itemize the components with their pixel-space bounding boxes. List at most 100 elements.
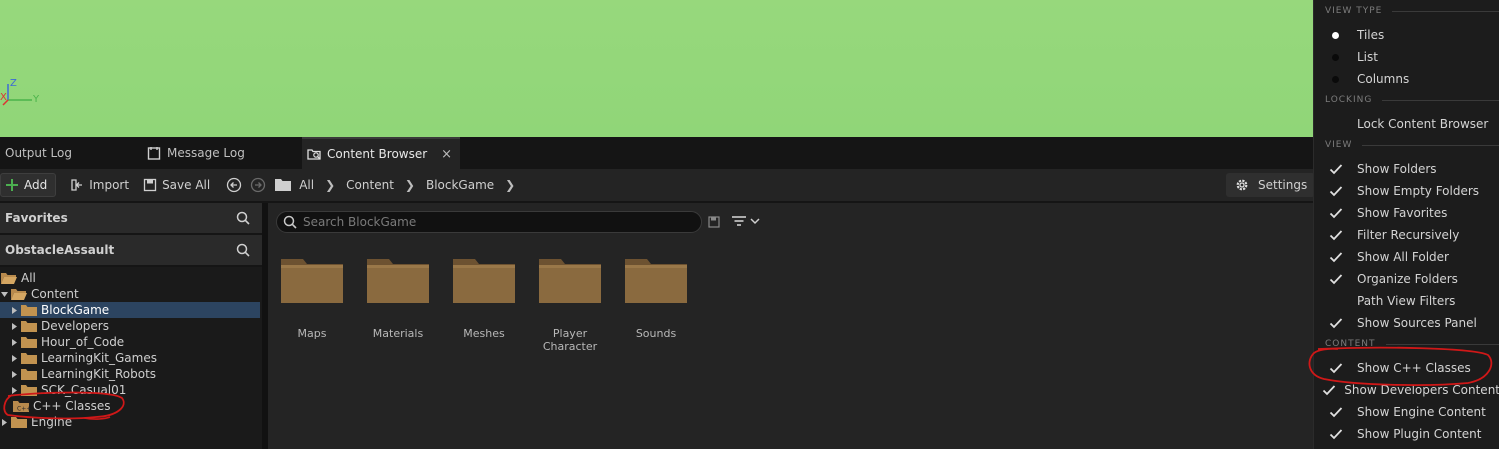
expand-arrow-right-icon[interactable]	[10, 386, 19, 395]
breadcrumb-content[interactable]: Content	[346, 178, 394, 192]
save-all-button[interactable]: Save All	[137, 173, 216, 197]
search-input[interactable]	[303, 215, 683, 229]
view-option-show-folders[interactable]: Show Folders	[1314, 158, 1499, 180]
cpp-folder-icon: C++	[13, 400, 30, 412]
expand-arrow-down-icon[interactable]	[0, 290, 9, 299]
axis-x-label: X	[0, 92, 7, 103]
settings-menu: VIEW TYPE LOCKING VIEW CONTENT Tiles List…	[1313, 0, 1499, 449]
tree-item-label: Engine	[31, 415, 73, 429]
message-log-icon	[147, 147, 161, 160]
radio-dot	[1332, 31, 1339, 39]
view-option-filter-recursively[interactable]: Filter Recursively	[1314, 224, 1499, 246]
content-option-show-engine-content[interactable]: Show Engine Content	[1314, 401, 1499, 423]
tree-item-developers[interactable]: Developers	[0, 318, 260, 334]
close-tab-icon[interactable]: ×	[441, 147, 452, 162]
level-viewport[interactable]: Z X Y	[0, 0, 1313, 137]
favorites-header[interactable]: Favorites	[0, 203, 262, 235]
menu-item-label: Show Developers Content	[1344, 383, 1499, 397]
breadcrumb-chevron-icon[interactable]: ❯	[325, 178, 335, 192]
folder-tile-label: Sounds	[635, 327, 677, 340]
menu-item-label: Show Plugin Content	[1357, 427, 1482, 441]
folder-open-icon	[11, 288, 27, 300]
add-button[interactable]: Add	[0, 173, 57, 197]
search-icon[interactable]	[236, 211, 250, 225]
menu-item-label: Show C++ Classes	[1357, 361, 1471, 375]
content-option-show-cpp-classes[interactable]: Show C++ Classes	[1314, 357, 1499, 379]
asset-search-box[interactable]	[276, 211, 702, 233]
tab-output-log[interactable]: Output Log	[0, 137, 140, 169]
tree-item-sck-casual01[interactable]: SCK_Casual01	[0, 382, 260, 398]
content-option-show-developers-content[interactable]: Show Developers Content	[1314, 379, 1499, 401]
checkmark-icon	[1314, 317, 1357, 329]
folder-tile[interactable]: Sounds	[620, 255, 692, 340]
breadcrumb-all[interactable]: All	[299, 178, 314, 192]
settings-button[interactable]: Settings	[1226, 173, 1316, 197]
tree-item-engine[interactable]: Engine	[0, 414, 260, 430]
tree-item-content[interactable]: Content	[0, 286, 260, 302]
save-search-icon[interactable]	[708, 216, 720, 228]
view-type-section: VIEW TYPE	[1325, 6, 1499, 16]
lock-content-browser-option[interactable]: Lock Content Browser	[1314, 113, 1499, 135]
tree-item-blockgame[interactable]: BlockGame	[0, 302, 260, 318]
checkmark-icon	[1314, 251, 1357, 263]
checkmark-icon	[1314, 428, 1357, 440]
tree-item-learningkit-games[interactable]: LearningKit_Games	[0, 350, 260, 366]
axis-y-label: Y	[33, 94, 40, 105]
folder-icon	[21, 336, 37, 348]
menu-item-label: Show Favorites	[1357, 206, 1448, 220]
section-label: LOCKING	[1325, 95, 1373, 105]
expand-arrow-right-icon[interactable]	[10, 354, 19, 363]
view-section: VIEW	[1325, 140, 1499, 150]
tree-item-label: All	[21, 271, 36, 285]
folder-icon	[367, 259, 429, 303]
content-option-show-plugin-content[interactable]: Show Plugin Content	[1314, 423, 1499, 445]
tab-content-browser[interactable]: Content Browser ×	[302, 137, 460, 169]
folder-tile[interactable]: Maps	[276, 255, 348, 340]
view-option-show-empty-folders[interactable]: Show Empty Folders	[1314, 180, 1499, 202]
breadcrumb-blockgame[interactable]: BlockGame	[426, 178, 494, 192]
folder-icon	[21, 304, 37, 316]
folder-icon	[275, 179, 292, 191]
expand-arrow-right-icon[interactable]	[10, 370, 19, 379]
view-option-show-favorites[interactable]: Show Favorites	[1314, 202, 1499, 224]
breadcrumb-chevron-icon[interactable]: ❯	[405, 178, 415, 192]
tree-item-cpp-classes[interactable]: C++ C++ Classes	[0, 398, 260, 414]
breadcrumb-chevron-icon[interactable]: ❯	[505, 178, 515, 192]
view-option-path-view-filters[interactable]: Path View Filters	[1314, 290, 1499, 312]
folder-tile[interactable]: Meshes	[448, 255, 520, 340]
checkmark-icon	[1314, 229, 1357, 241]
radio-dot	[1332, 75, 1339, 83]
project-header[interactable]: ObstacleAssault	[0, 235, 262, 267]
view-type-option-tiles[interactable]: Tiles	[1314, 24, 1499, 46]
expand-arrow-right-icon[interactable]	[0, 418, 9, 427]
menu-item-label: Path View Filters	[1357, 294, 1456, 308]
folder-icon	[21, 320, 37, 332]
filter-dropdown[interactable]	[731, 214, 760, 228]
expand-arrow-right-icon[interactable]	[10, 338, 19, 347]
save-all-label: Save All	[162, 178, 211, 192]
expand-arrow-right-icon[interactable]	[10, 306, 19, 315]
view-option-show-sources-panel[interactable]: Show Sources Panel	[1314, 312, 1499, 334]
import-button[interactable]: Import	[64, 173, 135, 197]
content-section: CONTENT	[1325, 339, 1499, 349]
view-type-option-list[interactable]: List	[1314, 46, 1499, 68]
history-back-icon[interactable]	[226, 177, 242, 193]
folder-tile[interactable]: Materials	[362, 255, 434, 340]
view-option-organize-folders[interactable]: Organize Folders	[1314, 268, 1499, 290]
history-forward-icon[interactable]	[250, 177, 266, 193]
radio-dot	[1332, 53, 1339, 61]
view-option-show-all-folder[interactable]: Show All Folder	[1314, 246, 1499, 268]
expand-arrow-right-icon[interactable]	[10, 322, 19, 331]
folder-icon	[625, 259, 687, 303]
tree-item-all[interactable]: All	[0, 270, 260, 286]
tree-item-hour-of-code[interactable]: Hour_of_Code	[0, 334, 260, 350]
folder-tile[interactable]: Player Character	[534, 255, 606, 353]
tree-item-label: BlockGame	[41, 303, 110, 317]
menu-item-label: Organize Folders	[1357, 272, 1458, 286]
tab-message-log[interactable]: Message Log	[141, 137, 301, 169]
tree-item-learningkit-robots[interactable]: LearningKit_Robots	[0, 366, 260, 382]
add-label: Add	[24, 178, 48, 192]
search-icon[interactable]	[236, 243, 250, 257]
tree-item-label: Hour_of_Code	[41, 335, 125, 349]
view-type-option-columns[interactable]: Columns	[1314, 68, 1499, 90]
